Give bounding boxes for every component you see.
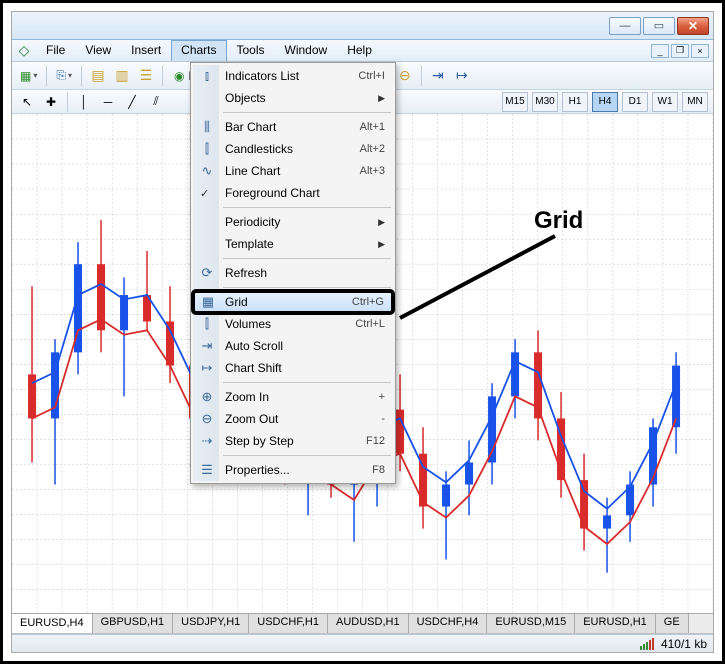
close-button[interactable]: ✕ — [677, 17, 709, 35]
chart-tab[interactable]: USDJPY,H1 — [173, 614, 249, 633]
step-icon: ⇢ — [197, 433, 217, 449]
mdi-minimize-button[interactable]: _ — [651, 44, 669, 58]
menuitem-foreground-chart[interactable]: ✓Foreground Chart — [193, 182, 393, 204]
menuitem-objects[interactable]: Objects▶ — [193, 87, 393, 109]
refresh-icon: ⟳ — [197, 265, 217, 281]
market-watch-button[interactable]: ▤ — [87, 65, 109, 87]
menuitem-auto-scroll[interactable]: ⇥Auto Scroll — [193, 335, 393, 357]
chart-tab[interactable]: EURUSD,H4 — [12, 613, 93, 633]
chart-tab[interactable]: EURUSD,M15 — [487, 614, 575, 633]
tf-h4[interactable]: H4 — [592, 92, 618, 112]
channel-tool[interactable]: ⫽ — [145, 91, 167, 113]
cursor-tool[interactable]: ↖ — [16, 91, 38, 113]
properties-icon: ☰ — [197, 462, 217, 478]
menuitem-template[interactable]: Template▶ — [193, 233, 393, 255]
menuitem-zoom-out[interactable]: ⊖Zoom Out- — [193, 408, 393, 430]
mdi-close-button[interactable]: × — [691, 44, 709, 58]
charts-dropdown-menu: ⫾Indicators ListCtrl+IObjects▶ ⫼Bar Chart… — [190, 62, 396, 484]
menubar: ◇ File View Insert Charts Tools Window H… — [12, 40, 713, 62]
menuitem-bar-chart[interactable]: ⫼Bar ChartAlt+1 — [193, 116, 393, 138]
autoscroll-button[interactable]: ⇥ — [427, 65, 449, 87]
menuitem-properties-[interactable]: ☰Properties...F8 — [193, 459, 393, 481]
zoomout-button[interactable]: ⊖ — [394, 65, 416, 87]
menuitem-refresh[interactable]: ⟳Refresh — [193, 262, 393, 284]
navigator-button[interactable]: ☰ — [135, 65, 157, 87]
hline-tool[interactable]: ─ — [97, 91, 119, 113]
mdi-restore-button[interactable]: ❐ — [671, 44, 689, 58]
zoomin-icon: ⊕ — [197, 389, 217, 405]
status-speed: 410/1 kb — [661, 637, 707, 651]
tf-mn[interactable]: MN — [682, 92, 708, 112]
menuitem-zoom-in[interactable]: ⊕Zoom In+ — [193, 386, 393, 408]
menuitem-line-chart[interactable]: ∿Line ChartAlt+3 — [193, 160, 393, 182]
app-icon: ◇ — [12, 40, 36, 61]
menu-help[interactable]: Help — [337, 40, 382, 61]
menu-tools[interactable]: Tools — [227, 40, 275, 61]
tf-w1[interactable]: W1 — [652, 92, 678, 112]
menu-insert[interactable]: Insert — [121, 40, 171, 61]
menu-window[interactable]: Window — [275, 40, 338, 61]
linechart-icon: ∿ — [197, 163, 217, 179]
menuitem-volumes[interactable]: ⫿VolumesCtrl+L — [193, 313, 393, 335]
candles-icon: ⫿ — [197, 141, 217, 157]
annotation-callout: Grid — [534, 207, 583, 235]
chart-tab[interactable]: EURUSD,H1 — [575, 614, 656, 633]
minimize-button[interactable]: — — [609, 17, 641, 35]
maximize-button[interactable]: ▭ — [643, 17, 675, 35]
tf-h1[interactable]: H1 — [562, 92, 588, 112]
indicators-icon: ⫾ — [197, 68, 217, 84]
tf-d1[interactable]: D1 — [622, 92, 648, 112]
chart-tabs: EURUSD,H4GBPUSD,H1USDJPY,H1USDCHF,H1AUDU… — [12, 613, 713, 633]
chart-tab[interactable]: AUDUSD,H1 — [328, 614, 409, 633]
autoscroll-icon: ⇥ — [197, 338, 217, 354]
menuitem-indicators-list[interactable]: ⫾Indicators ListCtrl+I — [193, 65, 393, 87]
chart-tab[interactable]: GE — [656, 614, 689, 633]
data-window-button[interactable]: ▥ — [111, 65, 133, 87]
crosshair-tool[interactable]: ✚ — [40, 91, 62, 113]
chart-tab[interactable]: USDCHF,H4 — [409, 614, 488, 633]
tf-m15[interactable]: M15 — [502, 92, 528, 112]
chartshift-icon: ↦ — [197, 360, 217, 376]
chart-tab[interactable]: USDCHF,H1 — [249, 614, 328, 633]
vline-tool[interactable]: │ — [73, 91, 95, 113]
menu-view[interactable]: View — [75, 40, 121, 61]
window-titlebar: — ▭ ✕ — [12, 12, 713, 40]
tf-m30[interactable]: M30 — [532, 92, 558, 112]
menuitem-step-by-step[interactable]: ⇢Step by StepF12 — [193, 430, 393, 452]
menuitem-periodicity[interactable]: Periodicity▶ — [193, 211, 393, 233]
trendline-tool[interactable]: ╱ — [121, 91, 143, 113]
grid-icon: ▦ — [198, 294, 218, 310]
menu-file[interactable]: File — [36, 40, 75, 61]
profiles-button[interactable]: ⎘▾ — [52, 65, 76, 87]
statusbar: 410/1 kb — [12, 634, 713, 652]
barchart-icon: ⫼ — [197, 119, 217, 135]
volumes-icon: ⫿ — [197, 316, 217, 332]
zoomout-icon: ⊖ — [197, 411, 217, 427]
menuitem-chart-shift[interactable]: ↦Chart Shift — [193, 357, 393, 379]
new-chart-button[interactable]: ▦▾ — [16, 65, 41, 87]
chartshift-button[interactable]: ↦ — [451, 65, 473, 87]
connection-bars-icon — [640, 638, 655, 650]
menuitem-candlesticks[interactable]: ⫿CandlesticksAlt+2 — [193, 138, 393, 160]
menu-charts[interactable]: Charts — [171, 40, 226, 61]
chart-tab[interactable]: GBPUSD,H1 — [93, 614, 174, 633]
menuitem-grid[interactable]: ▦GridCtrl+G — [193, 291, 393, 313]
